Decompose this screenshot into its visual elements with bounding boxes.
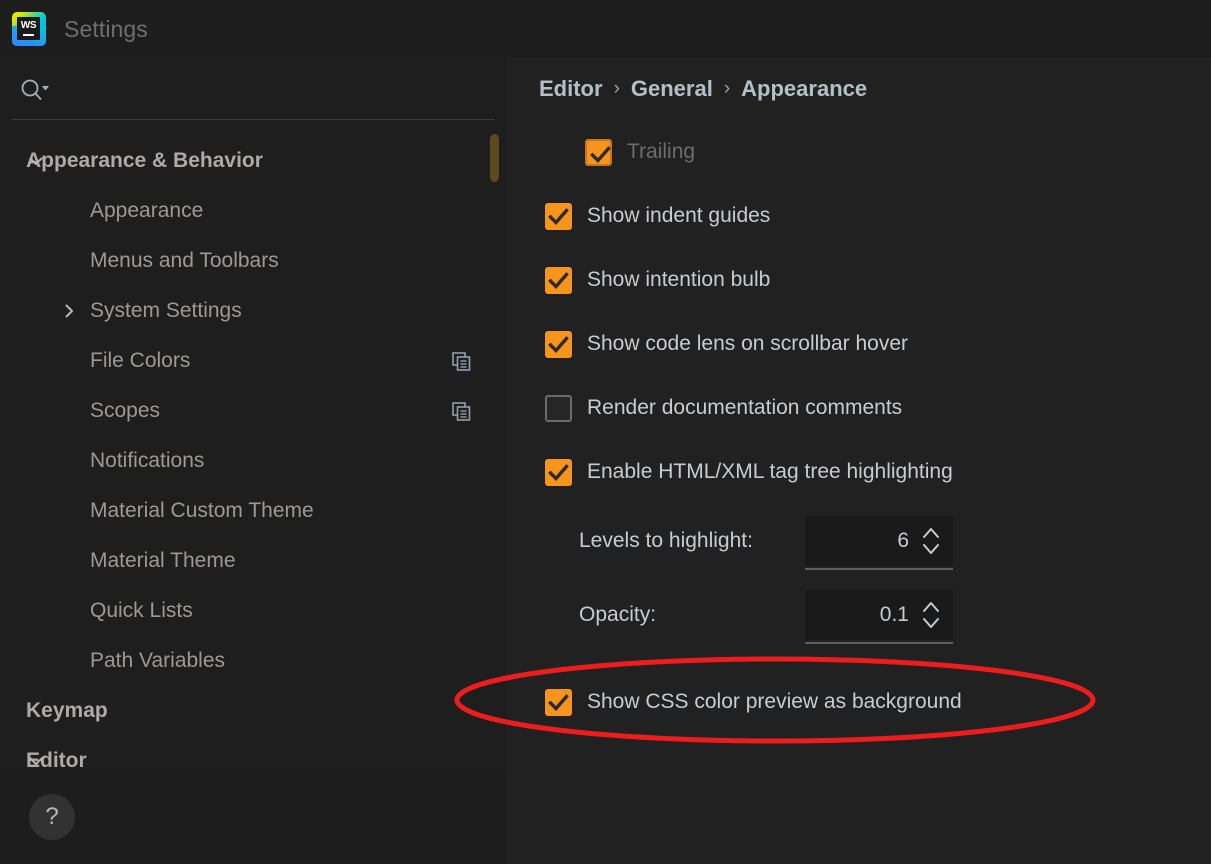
search-input[interactable] — [56, 74, 480, 106]
spinner-underline — [805, 642, 953, 644]
sidebar-item-path-variables[interactable]: Path Variables — [0, 636, 507, 686]
spinner-value[interactable]: 6 — [897, 529, 909, 553]
checkbox-checked-icon[interactable] — [545, 458, 572, 486]
sidebar-item-label: Menus and Toolbars — [90, 249, 279, 272]
checkbox-checked-icon[interactable] — [545, 202, 572, 230]
sidebar-item-label: Keymap — [26, 699, 108, 722]
sidebar-item-label: Appearance & Behavior — [26, 149, 263, 172]
checkbox-label: Show CSS color preview as background — [587, 690, 962, 713]
spinner-levels-to-highlight[interactable]: 6 — [805, 516, 953, 570]
chevron-down-icon[interactable] — [27, 752, 45, 770]
search-icon[interactable] — [20, 78, 50, 102]
sidebar-item-quick-lists[interactable]: Quick Lists — [0, 586, 507, 636]
spinner-value[interactable]: 0.1 — [880, 603, 909, 627]
spinner-stepper-arrows-icon[interactable] — [921, 598, 941, 632]
checkbox-row-render-documentation-comments[interactable]: Render documentation comments — [507, 376, 1211, 440]
checkbox-unchecked-icon[interactable] — [545, 394, 572, 422]
sidebar-item-material-custom-theme[interactable]: Material Custom Theme — [0, 486, 507, 536]
copy-icon[interactable] — [452, 401, 471, 421]
sidebar-item-file-colors[interactable]: File Colors — [0, 336, 507, 386]
sidebar-item-label: Path Variables — [90, 649, 226, 672]
checkbox-row-show-intention-bulb[interactable]: Show intention bulb — [507, 248, 1211, 312]
sidebar-item-appearance[interactable]: Appearance — [0, 186, 507, 236]
spinner-label: Opacity: — [579, 603, 657, 626]
sidebar-item-label: System Settings — [90, 299, 242, 322]
checkbox-checked-icon[interactable] — [545, 688, 572, 716]
help-button[interactable]: ? — [29, 794, 75, 840]
settings-dialog: WS Settings Appearance & Behavior Appeara… — [0, 0, 1211, 864]
breadcrumb-item-general[interactable]: General — [631, 76, 713, 102]
title-bar: WS Settings — [0, 0, 1211, 58]
spinner-underline — [805, 568, 953, 570]
sidebar-item-notifications[interactable]: Notifications — [0, 436, 507, 486]
breadcrumb-separator: › — [613, 78, 620, 99]
settings-main-panel: Editor › General › Appearance Trailing Show i… — [507, 58, 1211, 864]
webstorm-logo-icon: WS — [12, 12, 46, 46]
help-button-label: ? — [45, 803, 59, 830]
checkbox-label: Render documentation comments — [587, 396, 903, 419]
spinner-stepper-arrows-icon[interactable] — [921, 524, 941, 558]
sidebar-item-label: Material Custom Theme — [90, 499, 314, 522]
copy-icon[interactable] — [452, 351, 471, 371]
spinner-row-opacity: Opacity: 0.1 — [507, 578, 1211, 652]
checkbox-label: Trailing — [627, 140, 696, 163]
sidebar-item-label: Appearance — [90, 199, 204, 222]
window-title: Settings — [64, 15, 148, 42]
breadcrumb-separator: › — [723, 78, 731, 99]
sidebar-item-label: Notifications — [90, 449, 205, 472]
sidebar-item-menus-and-toolbars[interactable]: Menus and Toolbars — [0, 236, 507, 286]
checkbox-row-enable-html-xml-tag-tree-highlighting[interactable]: Enable HTML/XML tag tree highlighting — [507, 440, 1211, 504]
sidebar-item-editor[interactable]: Editor — [0, 736, 507, 772]
logo-text: WS — [20, 20, 37, 31]
checkbox-row-show-css-color-preview-as-background[interactable]: Show CSS color preview as background — [507, 670, 1211, 734]
sidebar-item-scopes[interactable]: Scopes — [0, 386, 507, 436]
checkbox-row-show-indent-guides[interactable]: Show indent guides — [507, 184, 1211, 248]
spinner-row-levels-to-highlight: Levels to highlight: 6 — [507, 504, 1211, 578]
sidebar-item-label: Material Theme — [90, 549, 236, 572]
logo-underline — [23, 34, 34, 36]
checkbox-label: Show indent guides — [587, 204, 771, 227]
settings-sidebar: Appearance & Behavior Appearance Menus and… — [0, 58, 507, 772]
checkbox-checked-icon[interactable] — [545, 266, 572, 294]
search-row[interactable] — [0, 58, 507, 120]
chevron-down-icon[interactable] — [27, 152, 45, 170]
checkbox-row-trailing[interactable]: Trailing — [507, 120, 1211, 184]
sidebar-scrollbar-thumb[interactable] — [490, 134, 499, 182]
checkbox-row-show-code-lens-on-scrollbar-hover[interactable]: Show code lens on scrollbar hover — [507, 312, 1211, 376]
checkbox-checked-icon[interactable] — [585, 138, 612, 166]
spinner-label: Levels to highlight: — [579, 529, 753, 552]
settings-tree: Appearance & Behavior Appearance Menus and… — [0, 122, 507, 772]
checkbox-label: Show code lens on scrollbar hover — [587, 332, 909, 355]
settings-options-list: Trailing Show indent guides Show intention… — [507, 120, 1211, 734]
sidebar-item-keymap[interactable]: Keymap — [0, 686, 507, 736]
spinner-opacity[interactable]: 0.1 — [805, 590, 953, 644]
breadcrumb-item-editor[interactable]: Editor — [539, 76, 603, 102]
checkbox-label: Enable HTML/XML tag tree highlighting — [587, 460, 953, 483]
chevron-right-icon[interactable] — [60, 302, 78, 320]
checkbox-label: Show intention bulb — [587, 268, 771, 291]
checkbox-checked-icon[interactable] — [545, 330, 572, 358]
sidebar-item-label: File Colors — [90, 349, 191, 372]
sidebar-item-label: Quick Lists — [90, 599, 193, 622]
sidebar-item-label: Scopes — [90, 399, 161, 422]
search-divider — [12, 119, 494, 120]
sidebar-item-system-settings[interactable]: System Settings — [0, 286, 507, 336]
sidebar-item-appearance-behavior[interactable]: Appearance & Behavior — [0, 136, 507, 186]
sidebar-item-material-theme[interactable]: Material Theme — [0, 536, 507, 586]
breadcrumb-item-appearance[interactable]: Appearance — [741, 76, 867, 102]
sidebar-scrollbar[interactable] — [490, 134, 499, 772]
breadcrumb: Editor › General › Appearance — [539, 76, 867, 102]
